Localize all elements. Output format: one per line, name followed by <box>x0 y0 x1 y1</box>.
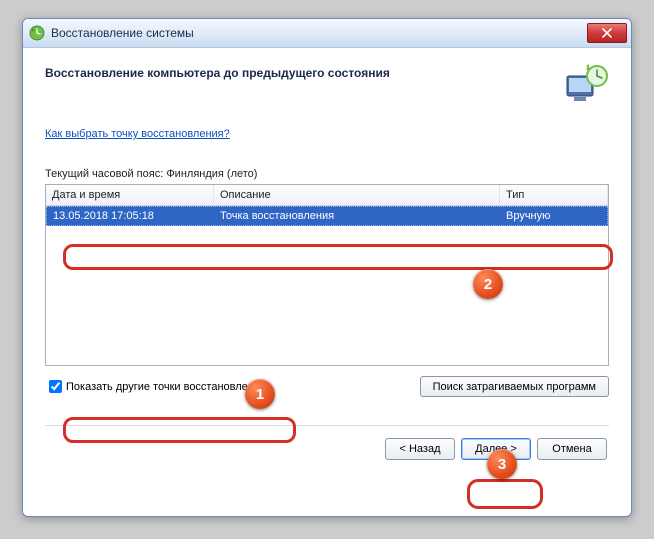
restore-app-icon <box>29 25 45 41</box>
column-header-date[interactable]: Дата и время <box>46 185 214 205</box>
titlebar: Восстановление системы <box>23 19 631 48</box>
page-heading: Восстановление компьютера до предыдущего… <box>45 64 390 80</box>
cell-type: Вручную <box>500 209 607 223</box>
table-row[interactable]: 13.05.2018 17:05:18 Точка восстановления… <box>46 206 608 226</box>
restore-points-grid[interactable]: Дата и время Описание Тип 13.05.2018 17:… <box>45 184 609 366</box>
callout-next-highlight <box>467 479 543 509</box>
grid-header: Дата и время Описание Тип <box>46 185 608 206</box>
system-restore-illustration-icon <box>565 64 609 104</box>
column-header-description[interactable]: Описание <box>214 185 500 205</box>
window-title: Восстановление системы <box>51 26 194 40</box>
help-link-choose-restore-point[interactable]: Как выбрать точку восстановления? <box>45 128 230 140</box>
close-icon <box>602 28 612 38</box>
cell-date: 13.05.2018 17:05:18 <box>47 209 214 223</box>
search-affected-programs-button[interactable]: Поиск затрагиваемых программ <box>420 376 609 397</box>
close-button[interactable] <box>587 23 627 43</box>
timezone-label: Текущий часовой пояс: Финляндия (лето) <box>45 168 609 180</box>
cell-description: Точка восстановления <box>214 209 500 223</box>
column-header-type[interactable]: Тип <box>500 185 608 205</box>
show-other-restore-points-label[interactable]: Показать другие точки восстановления <box>66 381 266 393</box>
divider <box>45 425 609 426</box>
show-other-restore-points-option[interactable]: Показать другие точки восстановления <box>45 378 270 395</box>
cancel-button[interactable]: Отмена <box>537 438 607 460</box>
back-button[interactable]: < Назад <box>385 438 455 460</box>
show-other-restore-points-checkbox[interactable] <box>49 380 62 393</box>
system-restore-window: Восстановление системы Восстановление ко… <box>22 18 632 517</box>
next-button[interactable]: Далее > <box>461 438 531 460</box>
